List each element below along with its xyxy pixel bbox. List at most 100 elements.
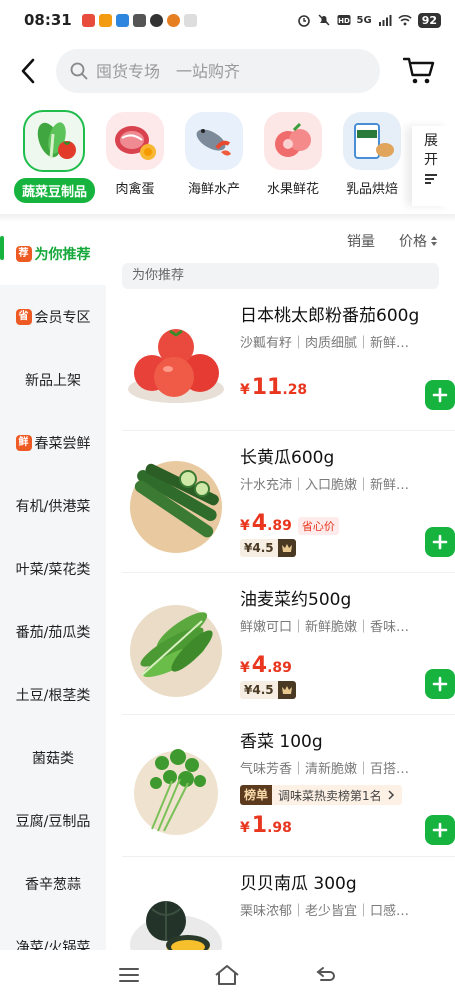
price-currency: ¥ xyxy=(240,518,250,534)
back-nav-button[interactable] xyxy=(306,955,346,995)
sidebar-item-label: 番茄/茄瓜类 xyxy=(15,624,91,641)
product-price: ¥ 11 .28 xyxy=(240,375,307,400)
chevron-left-icon xyxy=(21,58,35,84)
back-arrow-icon xyxy=(316,967,335,981)
product-card[interactable]: 油麦菜约500g 鲜嫩可口｜新鲜脆嫩｜香味… ¥ 4 .89 ¥4.5 xyxy=(122,573,455,715)
mute-icon xyxy=(317,14,330,26)
add-to-cart-button[interactable] xyxy=(425,815,455,845)
meat-icon xyxy=(106,112,164,170)
product-desc: 沙瓤有籽｜肉质细腻｜新鲜… xyxy=(240,336,410,351)
sidebar-item-mushroom[interactable]: 菌菇类 xyxy=(0,726,106,789)
add-to-cart-button[interactable] xyxy=(425,380,455,410)
menu-button[interactable] xyxy=(109,955,149,995)
system-nav-bar xyxy=(0,950,455,1000)
hd-icon: HD xyxy=(337,15,351,25)
wifi-icon xyxy=(398,14,412,26)
notification-app-icon xyxy=(149,13,163,27)
sidebar-item-label: 为你推荐 xyxy=(34,246,91,263)
product-image xyxy=(122,449,230,557)
add-to-cart-button[interactable] xyxy=(425,669,455,699)
sidebar-item-tomato[interactable]: 番茄/茄瓜类 xyxy=(0,600,106,663)
price-integer: 4 xyxy=(251,511,268,536)
sidebar-item-label: 春菜尝鲜 xyxy=(34,435,91,452)
sidebar-item-recommend[interactable]: 荐 为你推荐 xyxy=(0,222,106,285)
category-label: 水果鲜花 xyxy=(266,182,319,197)
product-card[interactable]: 日本桃太郎粉番茄600g 沙瓤有籽｜肉质细腻｜新鲜… ¥ 11 .28 xyxy=(122,289,455,431)
product-card[interactable]: 香菜 100g 气味芳香｜清新脆嫩｜百搭… 榜单 调味菜热卖榜第1名 ¥ 1 .… xyxy=(122,715,455,857)
sidebar-item-label: 新品上架 xyxy=(25,372,81,389)
product-price: ¥ 1 .98 xyxy=(240,813,292,838)
alarm-icon xyxy=(297,15,310,27)
product-name: 贝贝南瓜 300g xyxy=(240,874,357,894)
product-card[interactable]: 长黄瓜600g 汁水充沛｜入口脆嫩｜新鲜… ¥ 4 .89 省心价 ¥4.5 xyxy=(122,431,455,573)
status-bar: 08:31 HD 5G 92 xyxy=(0,0,455,40)
price-currency: ¥ xyxy=(240,820,250,836)
category-vegetables[interactable]: 蔬菜豆制品 xyxy=(14,106,96,203)
product-desc: 鲜嫩可口｜新鲜脆嫩｜香味… xyxy=(240,620,410,635)
category-dairy[interactable]: 乳品烘焙 xyxy=(332,106,412,197)
sidebar: 荐 为你推荐 省 会员专区 新品上架 鲜 春菜尝鲜 有机/供港菜 叶菜/菜花类 … xyxy=(0,222,106,950)
sidebar-item-label: 净菜/火锅菜 xyxy=(15,939,91,951)
sidebar-item-member[interactable]: 省 会员专区 xyxy=(0,285,106,348)
sidebar-item-leafy[interactable]: 叶菜/菜花类 xyxy=(0,537,106,600)
add-to-cart-button[interactable] xyxy=(425,527,455,557)
member-crown-icon xyxy=(277,681,296,699)
plus-icon xyxy=(432,676,448,692)
hot-rank-badge[interactable]: 榜单 调味菜热卖榜第1名 xyxy=(240,785,402,805)
price-tag: 省心价 xyxy=(297,517,339,535)
status-time: 08:31 xyxy=(24,11,72,29)
fruit-icon xyxy=(264,112,322,170)
sidebar-badge: 荐 xyxy=(15,245,32,262)
divider xyxy=(0,214,455,222)
category-meat[interactable]: 肉禽蛋 xyxy=(95,106,175,197)
price-decimal: .89 xyxy=(267,660,292,676)
product-image xyxy=(122,307,230,415)
product-name: 长黄瓜600g xyxy=(240,448,335,468)
expand-categories-button[interactable]: 展 开 xyxy=(412,126,450,206)
product-name: 油麦菜约500g xyxy=(240,590,352,610)
search-bar[interactable] xyxy=(56,49,380,93)
price-currency: ¥ xyxy=(240,382,250,398)
expand-label: 展 xyxy=(424,133,438,149)
plus-icon xyxy=(432,822,448,838)
back-button[interactable] xyxy=(0,44,56,98)
sidebar-item-potato[interactable]: 土豆/根茎类 xyxy=(0,663,106,726)
cart-icon xyxy=(403,57,435,84)
sidebar-item-new[interactable]: 新品上架 xyxy=(0,348,106,411)
category-label: 肉禽蛋 xyxy=(115,182,155,197)
rank-label: 榜单 xyxy=(240,785,273,805)
member-price-value: ¥4.5 xyxy=(240,681,278,699)
product-price: ¥ 4 .89 xyxy=(240,653,292,678)
home-button[interactable] xyxy=(207,955,247,995)
product-image xyxy=(122,591,230,699)
sidebar-item-label: 土豆/根茎类 xyxy=(15,687,91,704)
sidebar-item-tofu[interactable]: 豆腐/豆制品 xyxy=(0,789,106,852)
category-label: 海鲜水产 xyxy=(187,182,240,197)
category-strip: 蔬菜豆制品 肉禽蛋 海鲜水产 水果鲜花 乳品烘焙 展 开 xyxy=(0,106,455,210)
product-image xyxy=(122,875,230,950)
sidebar-item-label: 叶菜/菜花类 xyxy=(15,561,91,578)
product-card[interactable]: 贝贝南瓜 300g 栗味浓郁｜老少皆宜｜口感… xyxy=(122,857,455,950)
sidebar-item-spring[interactable]: 鲜 春菜尝鲜 xyxy=(0,411,106,474)
seafood-icon xyxy=(185,112,243,170)
member-price: ¥4.5 xyxy=(240,681,296,699)
search-icon xyxy=(70,62,88,80)
sort-price-button[interactable]: 价格 xyxy=(399,231,437,251)
sidebar-item-spice[interactable]: 香辛葱蒜 xyxy=(0,852,106,915)
chevron-right-icon xyxy=(388,790,394,800)
notification-app-icon xyxy=(98,13,112,27)
sidebar-item-hotpot[interactable]: 净菜/火锅菜 xyxy=(0,915,106,951)
search-input[interactable] xyxy=(96,61,356,81)
category-fruit[interactable]: 水果鲜花 xyxy=(253,106,333,197)
product-desc: 气味芳香｜清新脆嫩｜百搭… xyxy=(240,762,410,777)
sidebar-badge: 鲜 xyxy=(15,434,32,451)
sort-sales-button[interactable]: 销量 xyxy=(347,231,375,251)
menu-icon xyxy=(119,968,140,982)
member-price-value: ¥4.5 xyxy=(240,539,278,557)
sort-bar: 销量 价格 xyxy=(106,222,455,260)
section-title: 为你推荐 xyxy=(122,263,439,289)
sidebar-item-organic[interactable]: 有机/供港菜 xyxy=(0,474,106,537)
product-name: 日本桃太郎粉番茄600g xyxy=(240,306,420,326)
category-seafood[interactable]: 海鲜水产 xyxy=(174,106,254,197)
cart-button[interactable] xyxy=(394,44,444,98)
